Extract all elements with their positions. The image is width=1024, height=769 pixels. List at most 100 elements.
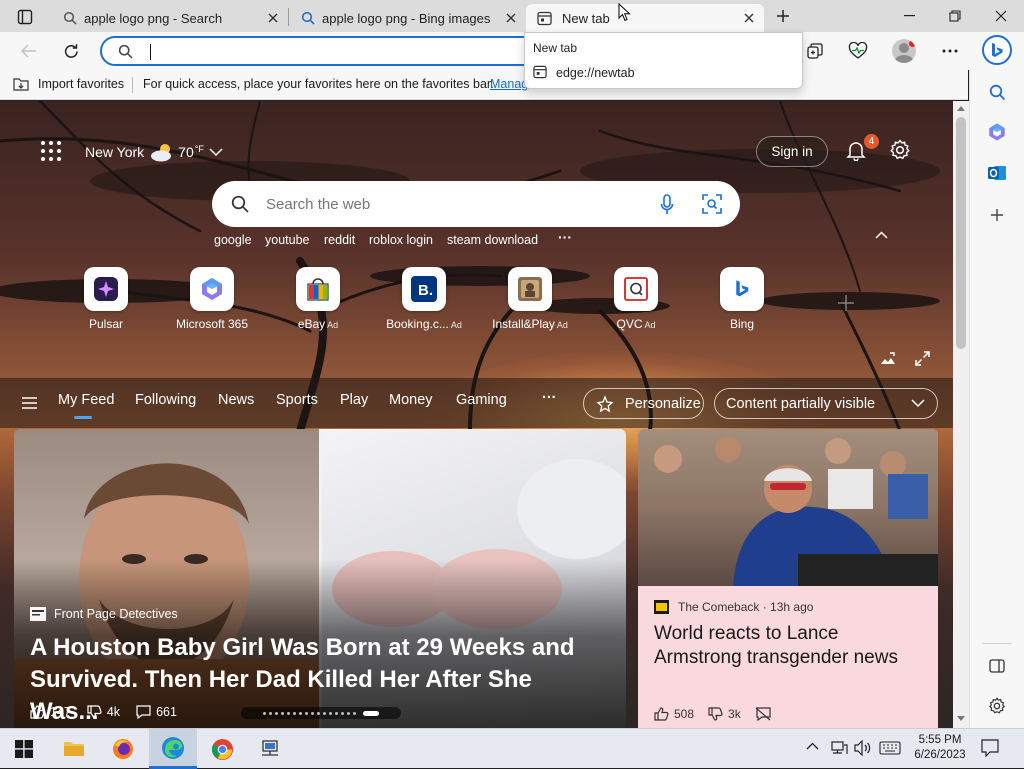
volume-button[interactable] [854,740,872,756]
carousel-dot[interactable] [311,711,314,715]
manage-favorites-link[interactable]: Manag [490,77,528,91]
carousel-pagination[interactable] [241,707,401,719]
close-window-button[interactable] [978,0,1024,32]
tab-news[interactable]: News [218,392,254,408]
minimize-button[interactable] [886,0,932,32]
carousel-dot[interactable] [299,711,302,715]
sidebar-settings-button[interactable] [982,691,1012,721]
sidebar-add-button[interactable] [982,200,1012,230]
carousel-dot[interactable] [347,711,350,715]
expand-background-button[interactable] [915,351,930,366]
chrome-button[interactable] [198,729,246,769]
tab-my-feed[interactable]: My Feed [58,392,114,408]
quick-link[interactable]: roblox login [369,233,433,247]
close-tab-button[interactable] [262,7,284,29]
carousel-dot[interactable] [275,711,278,715]
shortcut-tile[interactable]: Install&Play Ad [477,267,583,331]
tab-play[interactable]: Play [340,392,368,408]
sidebar-m365-button[interactable] [982,117,1012,147]
edge-taskbar-button[interactable] [149,729,197,769]
carousel-dot[interactable] [281,711,284,715]
like-button[interactable]: 508 [654,707,694,721]
shortcut-tile[interactable]: B. Booking.c... Ad [371,267,477,331]
article-source[interactable]: The Comeback · 13h ago [654,600,813,614]
quick-link[interactable]: reddit [324,233,355,247]
comments-button[interactable]: 661 [136,705,177,719]
address-input[interactable] [148,41,528,61]
news-card-side[interactable]: The Comeback · 13h ago World reacts to L… [638,429,938,728]
voice-search-button[interactable] [660,194,674,215]
shortcut-tile[interactable]: QVC Ad [583,267,689,331]
web-search-box[interactable] [212,181,740,227]
comments-disabled-button[interactable] [755,707,771,721]
tab-gaming[interactable]: Gaming [456,392,507,408]
carousel-dot[interactable] [293,711,296,715]
firefox-button[interactable] [99,729,147,769]
keyboard-button[interactable] [879,741,901,755]
notifications-button[interactable]: 4 [845,134,879,165]
carousel-dot[interactable] [353,711,356,715]
show-hidden-icons-button[interactable] [806,742,819,750]
shortcut-tile[interactable]: Microsoft 365 [159,267,265,331]
carousel-dot[interactable] [341,711,344,715]
page-settings-button[interactable] [889,139,911,161]
dislike-button[interactable]: 3k [708,707,741,721]
carousel-dot-active[interactable] [363,710,379,716]
settings-and-more-button[interactable] [935,38,965,64]
visual-search-button[interactable] [702,194,722,214]
scrollbar-thumb[interactable] [956,117,966,349]
carousel-dot[interactable] [323,711,326,715]
tab-search[interactable]: apple logo png - Search [56,4,284,32]
article-headline[interactable]: World reacts to Lance Armstrong transgen… [654,622,929,670]
clock[interactable]: 5:55 PM 6/26/2023 [910,733,970,763]
bing-copilot-button[interactable] [982,35,1012,65]
shortcut-tile[interactable]: Bing [689,267,795,331]
web-search-input[interactable] [266,193,626,215]
like-button[interactable]: 147 [30,705,71,719]
article-source[interactable]: Front Page Detectives [30,607,178,621]
import-favorites-button[interactable]: Import favorites [12,76,124,92]
sign-in-button[interactable]: Sign in [756,136,828,167]
feed-menu-button[interactable] [22,397,37,409]
remote-desktop-button[interactable] [246,729,294,769]
carousel-dot[interactable] [287,711,290,715]
content-visibility-dropdown[interactable]: Content partially visible [714,388,938,419]
carousel-dot[interactable] [305,711,308,715]
quick-link[interactable]: google [214,233,252,247]
action-center-button[interactable] [981,739,999,757]
personalize-button[interactable]: Personalize [583,388,704,419]
news-card-main[interactable]: Front Page Detectives A Houston Baby Gir… [14,429,626,728]
shortcut-tile[interactable]: eBay Ad [265,267,371,331]
carousel-dot[interactable] [263,711,266,715]
file-explorer-button[interactable] [50,729,98,769]
sidebar-search-button[interactable] [982,77,1012,107]
tab-money[interactable]: Money [389,392,433,408]
page-scrollbar[interactable] [953,101,969,728]
dislike-button[interactable]: 4k [87,705,120,719]
collections-button[interactable] [800,38,830,64]
collapse-button[interactable] [875,231,888,239]
carousel-dot[interactable] [269,711,272,715]
tab-bing-images[interactable]: apple logo png - Bing images [294,4,522,32]
back-button[interactable] [14,38,44,64]
network-status-button[interactable] [830,740,848,756]
tab-actions-button[interactable] [12,6,38,28]
quick-link[interactable]: steam download [447,233,538,247]
weather-widget[interactable]: New York 70 °F [85,142,223,162]
add-shortcut-button[interactable] [837,294,855,312]
apps-launcher-button[interactable] [40,140,62,162]
tab-following[interactable]: Following [135,392,196,408]
profile-avatar[interactable] [892,39,916,63]
refresh-button[interactable] [56,38,86,64]
quick-link[interactable]: youtube [265,233,309,247]
carousel-dot[interactable] [335,711,338,715]
restore-button[interactable] [932,0,978,32]
address-bar[interactable] [100,36,540,66]
carousel-dot[interactable] [317,711,320,715]
new-tab-button[interactable] [770,5,796,27]
start-button[interactable] [0,729,48,769]
shortcut-tile[interactable]: Pulsar [53,267,159,331]
carousel-dot[interactable] [329,711,332,715]
sidebar-outlook-button[interactable] [982,158,1012,188]
more-tabs-button[interactable]: ··· [542,390,557,406]
